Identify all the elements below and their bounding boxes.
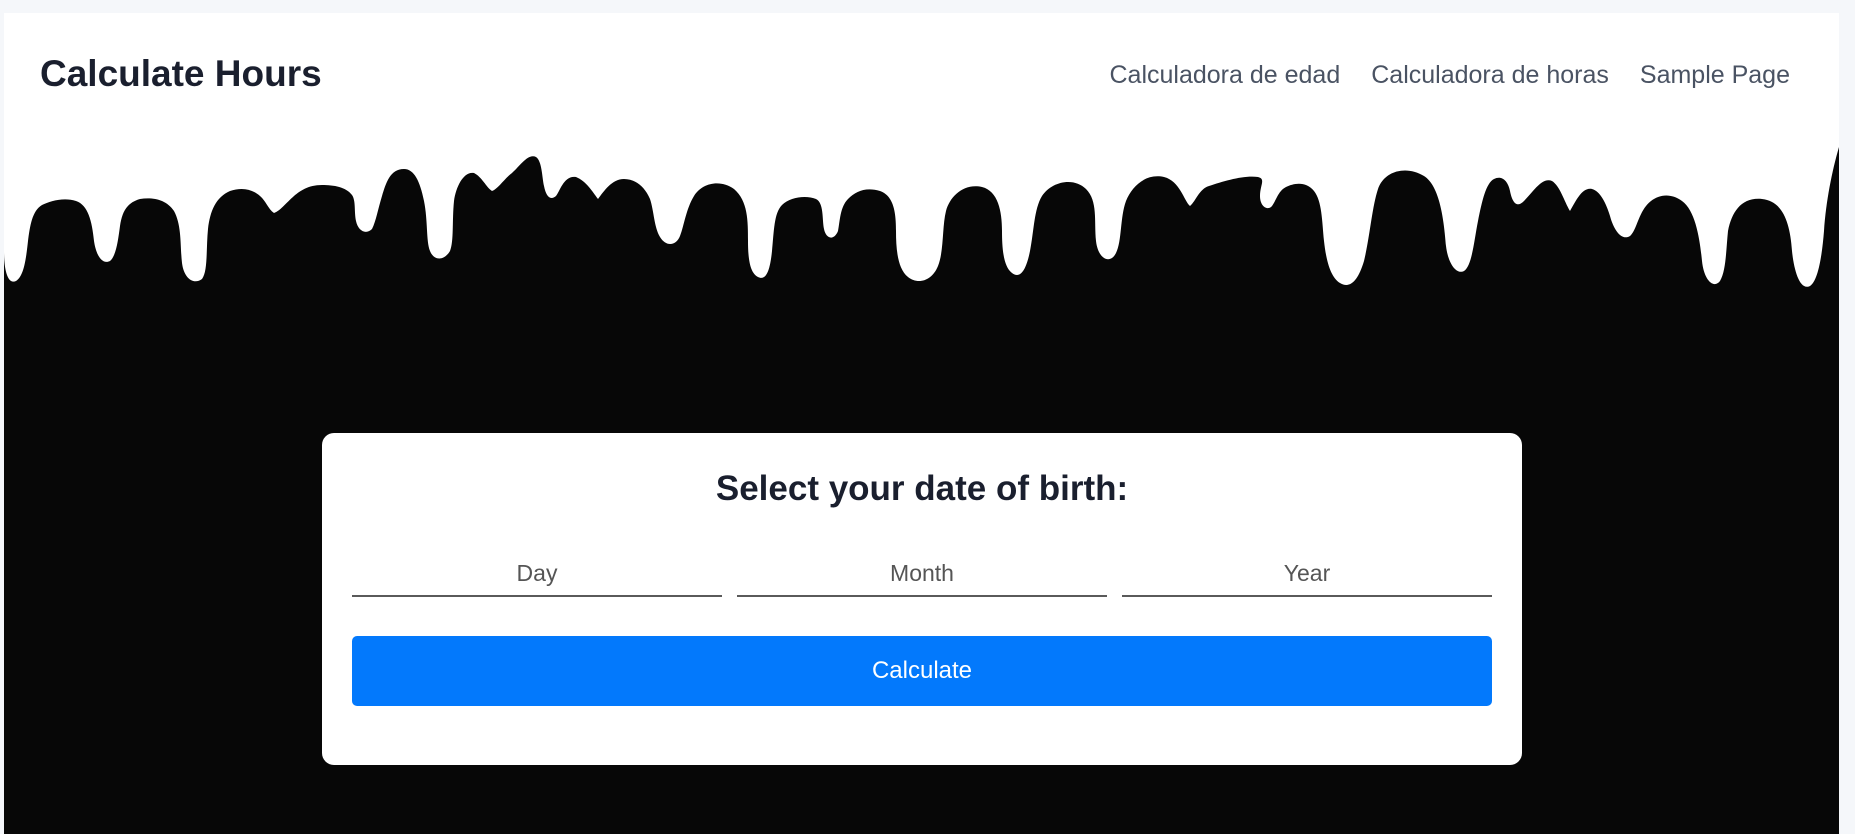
paint-drips-decoration [4, 141, 1839, 287]
day-input[interactable] [352, 551, 722, 597]
main-nav: Calculadora de edad Calculadora de horas… [1110, 61, 1791, 90]
nav-link-calculadora-de-horas[interactable]: Calculadora de horas [1371, 61, 1609, 90]
site-title[interactable]: Calculate Hours [40, 53, 322, 95]
month-input[interactable] [737, 551, 1107, 597]
calculate-button[interactable]: Calculate [352, 636, 1492, 706]
year-input[interactable] [1122, 551, 1492, 597]
nav-link-calculadora-de-edad[interactable]: Calculadora de edad [1110, 61, 1341, 90]
date-of-birth-card: Select your date of birth: Calculate [322, 433, 1522, 765]
nav-link-sample-page[interactable]: Sample Page [1640, 61, 1790, 90]
page: Calculate Hours Calculadora de edad Calc… [4, 13, 1839, 834]
date-fields [352, 551, 1492, 597]
site-header: Calculate Hours Calculadora de edad Calc… [4, 13, 1839, 141]
card-title: Select your date of birth: [715, 469, 1129, 508]
